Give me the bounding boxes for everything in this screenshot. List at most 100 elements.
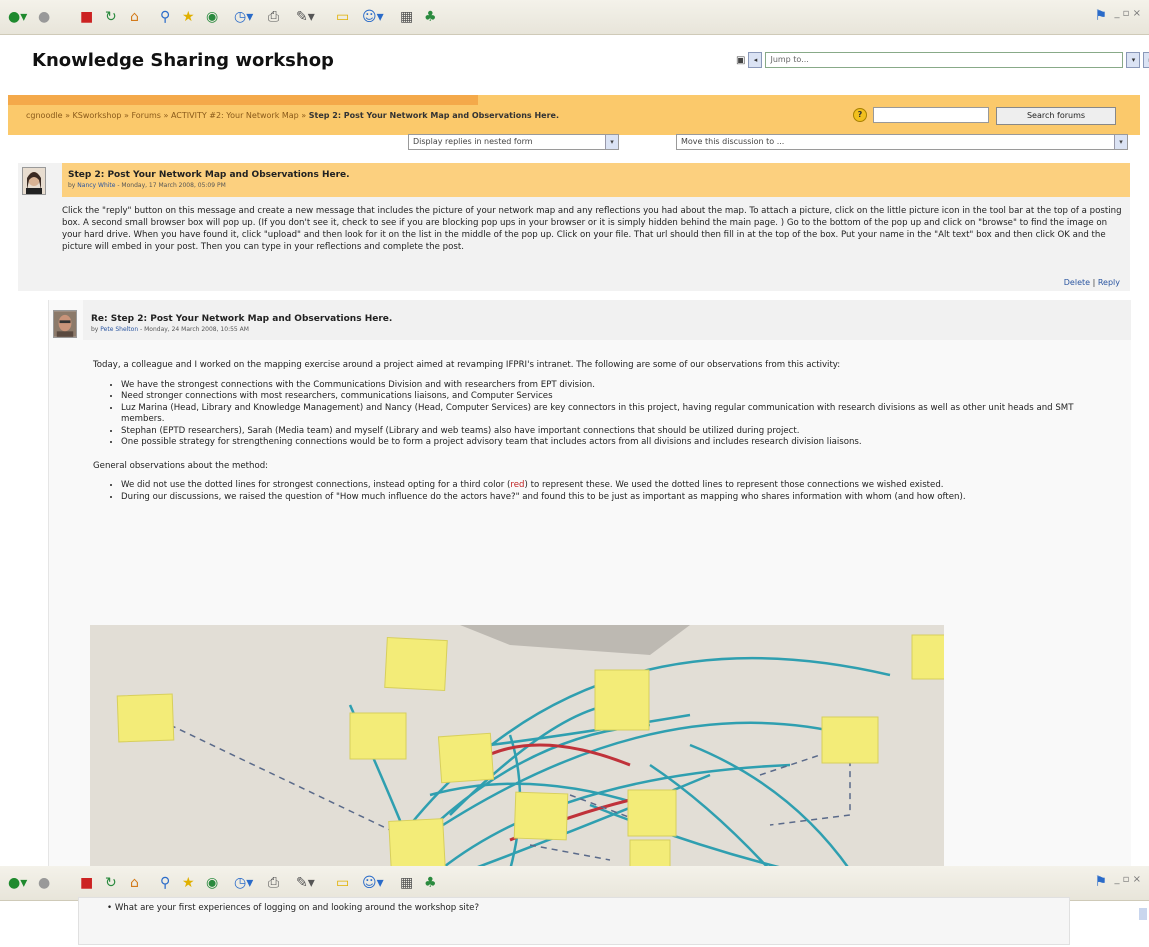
post-byline: by Nancy White - Monday, 17 March 2008, …: [68, 182, 350, 189]
lower-bullet-text: What are your first experiences of loggi…: [114, 903, 480, 913]
list-item: Need stronger connections with most rese…: [121, 391, 1103, 403]
research-icon[interactable]: ▦: [400, 874, 413, 892]
post-intro: Today, a colleague and I worked on the m…: [93, 360, 841, 370]
favorites-icon[interactable]: ★: [182, 8, 195, 26]
folder-icon[interactable]: ▭: [336, 8, 349, 26]
post-body: Today, a colleague and I worked on the m…: [93, 360, 1103, 515]
breadcrumb-current: Step 2: Post Your Network Map and Observ…: [308, 111, 559, 120]
page-title: Knowledge Sharing workshop: [32, 50, 334, 71]
byline-prefix: by: [91, 326, 101, 333]
byline-prefix: by: [68, 182, 78, 189]
jump-to-select[interactable]: Jump to...: [765, 52, 1124, 68]
window-controls[interactable]: _ ▫ ×: [1114, 874, 1141, 885]
list-item: Luz Marina (Head, Library and Knowledge …: [121, 403, 1103, 426]
breadcrumb-site[interactable]: cgnoodle: [26, 111, 63, 120]
post-author-link[interactable]: Pete Shelton: [100, 326, 138, 333]
breadcrumb-activity[interactable]: ACTIVITY #2: Your Network Map: [171, 111, 299, 120]
back-icon[interactable]: ●▾: [8, 874, 27, 892]
post-author-link[interactable]: Nancy White: [77, 182, 115, 189]
favorites-icon[interactable]: ★: [182, 874, 195, 892]
forum-post: Step 2: Post Your Network Map and Observ…: [18, 163, 1130, 291]
browser-toolbar-lower: ●▾ ● ■ ↻ ⌂ ⚲ ★ ◉ ◷▾ ⎙ ✎▾ ▭ ☺▾ ▦ ♣ ⚑ _ ▫ …: [0, 866, 1149, 901]
breadcrumb: cgnoodle » KSworkshop » Forums » ACTIVIT…: [26, 111, 559, 120]
post-commands: Delete | Reply: [1064, 278, 1120, 287]
reply-link[interactable]: Reply: [1098, 278, 1120, 287]
jump-menu: ▣ ◂ Jump to... ▾ ▸: [736, 52, 1149, 68]
refresh-icon[interactable]: ↻: [105, 8, 117, 26]
move-discussion-select[interactable]: Move this discussion to ... ▾: [676, 134, 1128, 150]
post-header: Step 2: Post Your Network Map and Observ…: [62, 163, 1130, 197]
search-forums-button[interactable]: Search forums: [996, 107, 1116, 125]
discuss-icon[interactable]: ♣: [424, 874, 437, 892]
post-byline: by Pete Shelton - Monday, 24 March 2008,…: [91, 326, 392, 333]
back-icon[interactable]: ●▾: [8, 8, 27, 26]
breadcrumb-separator: »: [298, 111, 309, 120]
list-item: Stephan (EPTD researchers), Sarah (Media…: [121, 426, 1103, 438]
display-mode-select[interactable]: Display replies in nested form ▾: [408, 134, 619, 150]
list-item: We did not use the dotted lines for stro…: [121, 480, 1103, 492]
move-discussion-row: Move this discussion to ... ▾: [676, 134, 1128, 150]
post-title: Re: Step 2: Post Your Network Map and Ob…: [91, 314, 393, 324]
navigation-bar: cgnoodle » KSworkshop » Forums » ACTIVIT…: [8, 95, 1140, 135]
display-mode-value: Display replies in nested form: [413, 137, 533, 146]
jump-prev-button[interactable]: ◂: [748, 52, 763, 68]
breadcrumb-separator: »: [62, 111, 73, 120]
observation-list: We have the strongest connections with t…: [93, 380, 1103, 449]
post-date: - Monday, 24 March 2008, 10:55 AM: [138, 326, 249, 333]
delete-link[interactable]: Delete: [1064, 278, 1090, 287]
post-date: - Monday, 17 March 2008, 05:09 PM: [115, 182, 226, 189]
forward-icon[interactable]: ●: [38, 874, 50, 892]
breadcrumb-separator: »: [160, 111, 171, 120]
refresh-icon[interactable]: ↻: [105, 874, 117, 892]
edit-icon[interactable]: ✎▾: [296, 874, 315, 892]
list-item: One possible strategy for strengthening …: [121, 437, 1103, 449]
print-icon[interactable]: ⎙: [268, 8, 279, 26]
search-forums-input[interactable]: [873, 107, 989, 123]
stop-icon[interactable]: ■: [80, 874, 93, 892]
post-header: Re: Step 2: Post Your Network Map and Ob…: [83, 300, 1131, 340]
folder-icon[interactable]: ▭: [336, 874, 349, 892]
lower-post-body: • What are your first experiences of log…: [78, 897, 1070, 945]
method-text: We did not use the dotted lines for stro…: [121, 480, 511, 490]
breadcrumb-separator: »: [121, 111, 132, 120]
method-heading: General observations about the method:: [93, 460, 269, 471]
avatar: [22, 167, 46, 195]
edit-icon[interactable]: ✎▾: [296, 8, 315, 26]
search-icon[interactable]: ⚲: [160, 874, 170, 892]
media-icon[interactable]: ◉: [206, 8, 218, 26]
browser-toolbar: ●▾ ● ■ ↻ ⌂ ⚲ ★ ◉ ◷▾ ⎙ ✎▾ ▭ ☺▾ ▦ ♣ ⚑ _ ▫ …: [0, 0, 1149, 35]
print-icon[interactable]: ⎙: [268, 874, 279, 892]
scrollbar[interactable]: [1139, 908, 1147, 920]
windows-logo-icon: ⚑: [1094, 8, 1107, 24]
list-item: • What are your first experiences of log…: [107, 903, 480, 913]
messenger-icon[interactable]: ☺▾: [362, 874, 384, 892]
history-icon[interactable]: ◷▾: [234, 8, 253, 26]
window-controls[interactable]: _ ▫ ×: [1114, 8, 1141, 19]
display-mode-row: Display replies in nested form ▾: [408, 134, 619, 150]
history-icon[interactable]: ◷▾: [234, 874, 253, 892]
help-icon[interactable]: ?: [853, 108, 867, 122]
avatar: [53, 310, 77, 338]
breadcrumb-course[interactable]: KSworkshop: [73, 111, 122, 120]
media-icon[interactable]: ◉: [206, 874, 218, 892]
jump-next-button[interactable]: ▸: [1143, 52, 1149, 68]
command-separator: |: [1090, 278, 1098, 287]
discuss-icon[interactable]: ♣: [424, 8, 437, 26]
chevron-down-icon: ▾: [1114, 135, 1127, 149]
research-icon[interactable]: ▦: [400, 8, 413, 26]
method-red-word: red: [510, 480, 525, 490]
home-icon[interactable]: ⌂: [130, 8, 139, 26]
stop-icon[interactable]: ■: [80, 8, 93, 26]
course-icon: ▣: [736, 54, 746, 66]
breadcrumb-forums[interactable]: Forums: [131, 111, 161, 120]
home-icon[interactable]: ⌂: [130, 874, 139, 892]
method-list: We did not use the dotted lines for stro…: [93, 480, 1103, 503]
network-map-photo: [90, 625, 944, 870]
chevron-down-icon: ▾: [605, 135, 618, 149]
jump-arrow-icon[interactable]: ▾: [1126, 52, 1141, 68]
search-icon[interactable]: ⚲: [160, 8, 170, 26]
messenger-icon[interactable]: ☺▾: [362, 8, 384, 26]
nav-strip: [8, 95, 478, 105]
windows-logo-icon: ⚑: [1094, 874, 1107, 890]
forward-icon[interactable]: ●: [38, 8, 50, 26]
